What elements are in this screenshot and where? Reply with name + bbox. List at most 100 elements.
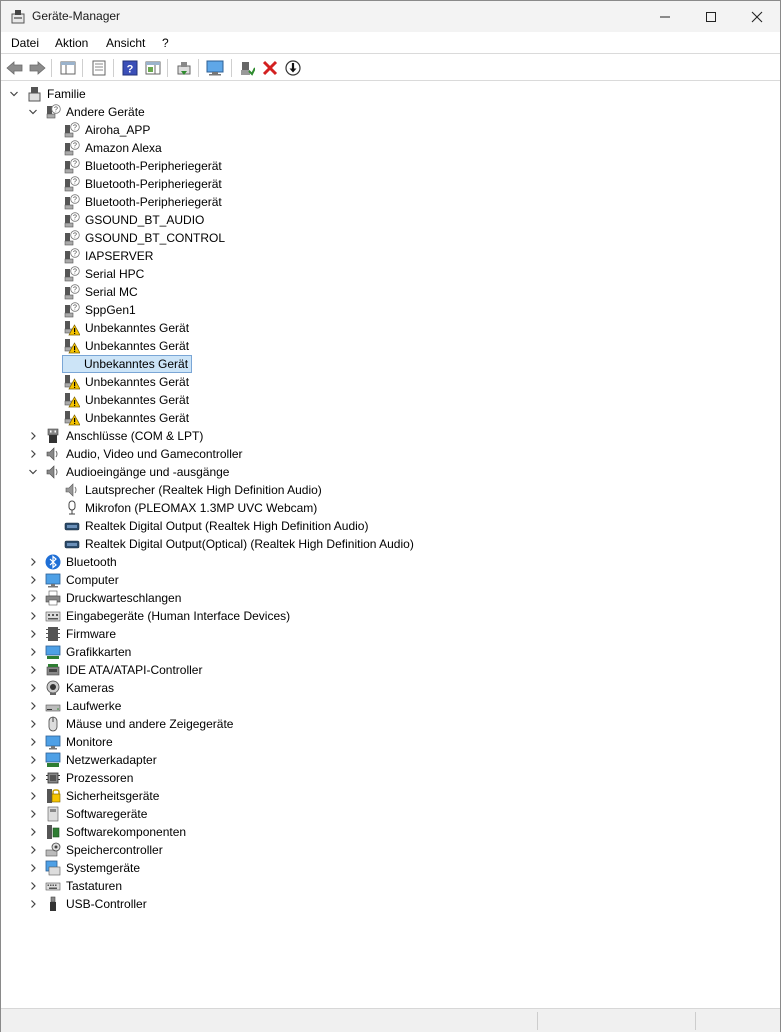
scan-hardware-button[interactable] bbox=[205, 58, 225, 78]
chevron-right-icon[interactable] bbox=[28, 715, 38, 733]
device-label: SppGen1 bbox=[85, 303, 136, 317]
svg-text:?: ? bbox=[73, 304, 77, 311]
device-item[interactable]: Unbekanntes Gerät bbox=[1, 373, 780, 391]
device-item[interactable]: ? Serial MC bbox=[1, 283, 780, 301]
category-audio-io[interactable]: Audioeingänge und -ausgänge bbox=[1, 463, 780, 481]
svg-text:?: ? bbox=[73, 124, 77, 131]
device-item[interactable]: Mikrofon (PLEOMAX 1.3MP UVC Webcam) bbox=[1, 499, 780, 517]
device-item[interactable]: ? Bluetooth-Peripheriegerät bbox=[1, 193, 780, 211]
device-item[interactable]: Unbekanntes Gerät bbox=[1, 409, 780, 427]
speaker-icon bbox=[65, 483, 77, 497]
category-item[interactable]: Druckwarteschlangen bbox=[1, 589, 780, 607]
device-item[interactable]: ? Bluetooth-Peripheriegerät bbox=[1, 175, 780, 193]
chevron-right-icon[interactable] bbox=[28, 823, 38, 841]
tree-root[interactable]: Familie bbox=[1, 85, 780, 103]
back-button[interactable] bbox=[5, 58, 25, 78]
chevron-right-icon[interactable] bbox=[28, 589, 38, 607]
chevron-right-icon[interactable] bbox=[28, 445, 38, 463]
action-pane-button[interactable] bbox=[143, 58, 163, 78]
title-bar[interactable]: Geräte-Manager bbox=[1, 1, 780, 32]
chevron-right-icon[interactable] bbox=[28, 427, 38, 445]
category-andere-geraete[interactable]: ? Andere Geräte bbox=[1, 103, 780, 121]
chevron-right-icon[interactable] bbox=[28, 643, 38, 661]
category-item[interactable]: Kameras bbox=[1, 679, 780, 697]
device-item[interactable]: ? GSOUND_BT_AUDIO bbox=[1, 211, 780, 229]
category-item[interactable]: Sicherheitsgeräte bbox=[1, 787, 780, 805]
category-item[interactable]: Bluetooth bbox=[1, 553, 780, 571]
device-item[interactable]: ? GSOUND_BT_CONTROL bbox=[1, 229, 780, 247]
device-tree[interactable]: Familie ? Andere Geräte? Airoha_APP? Amazon… bbox=[1, 85, 780, 1007]
chevron-right-icon[interactable] bbox=[28, 625, 38, 643]
chevron-right-icon[interactable] bbox=[28, 679, 38, 697]
category-item[interactable]: USB-Controller bbox=[1, 895, 780, 913]
unknown-device-icon: ? bbox=[64, 230, 80, 246]
help-button[interactable]: ? bbox=[120, 58, 140, 78]
category-item[interactable]: Speichercontroller bbox=[1, 841, 780, 859]
device-item[interactable]: ? Serial HPC bbox=[1, 265, 780, 283]
category-item[interactable]: Firmware bbox=[1, 625, 780, 643]
device-item[interactable]: ? SppGen1 bbox=[1, 301, 780, 319]
update-driver-button[interactable] bbox=[174, 58, 194, 78]
minimize-button[interactable] bbox=[642, 1, 688, 32]
device-item[interactable]: Lautsprecher (Realtek High Definition Au… bbox=[1, 481, 780, 499]
maximize-button[interactable] bbox=[688, 1, 734, 32]
chevron-right-icon[interactable] bbox=[28, 607, 38, 625]
device-item[interactable]: Realtek Digital Output (Realtek High Def… bbox=[1, 517, 780, 535]
category-item[interactable]: Tastaturen bbox=[1, 877, 780, 895]
svg-text:?: ? bbox=[73, 196, 77, 203]
category-item[interactable]: Netzwerkadapter bbox=[1, 751, 780, 769]
chevron-right-icon[interactable] bbox=[28, 859, 38, 877]
category-audio-video[interactable]: Audio, Video und Gamecontroller bbox=[1, 445, 780, 463]
chevron-right-icon[interactable] bbox=[28, 787, 38, 805]
category-item[interactable]: IDE ATA/ATAPI-Controller bbox=[1, 661, 780, 679]
menu-help[interactable]: ? bbox=[162, 36, 169, 50]
show-hide-console-tree-button[interactable] bbox=[58, 58, 78, 78]
chevron-down-icon[interactable] bbox=[28, 103, 38, 121]
chevron-right-icon[interactable] bbox=[28, 751, 38, 769]
chevron-right-icon[interactable] bbox=[28, 895, 38, 913]
chevron-down-icon[interactable] bbox=[9, 85, 19, 103]
device-item[interactable]: Realtek Digital Output(Optical) (Realtek… bbox=[1, 535, 780, 553]
chevron-right-icon[interactable] bbox=[28, 841, 38, 859]
uninstall-device-button[interactable] bbox=[260, 58, 280, 78]
category-anschluesse[interactable]: Anschlüsse (COM & LPT) bbox=[1, 427, 780, 445]
category-item[interactable]: Softwarekomponenten bbox=[1, 823, 780, 841]
chevron-right-icon[interactable] bbox=[28, 661, 38, 679]
category-label: Systemgeräte bbox=[66, 861, 141, 875]
chevron-right-icon[interactable] bbox=[28, 769, 38, 787]
close-button[interactable] bbox=[734, 1, 780, 32]
forward-button[interactable] bbox=[27, 58, 47, 78]
category-item[interactable]: Monitore bbox=[1, 733, 780, 751]
category-item[interactable]: Laufwerke bbox=[1, 697, 780, 715]
properties-button[interactable] bbox=[89, 58, 109, 78]
chevron-right-icon[interactable] bbox=[28, 733, 38, 751]
category-item[interactable]: Prozessoren bbox=[1, 769, 780, 787]
menu-datei[interactable]: Datei bbox=[11, 36, 39, 50]
chevron-right-icon[interactable] bbox=[28, 877, 38, 895]
enable-device-button[interactable] bbox=[237, 58, 257, 78]
chevron-right-icon[interactable] bbox=[28, 553, 38, 571]
device-item[interactable]: ? Airoha_APP bbox=[1, 121, 780, 139]
category-item[interactable]: Eingabegeräte (Human Interface Devices) bbox=[1, 607, 780, 625]
device-item[interactable]: Unbekanntes Gerät bbox=[1, 355, 780, 373]
chevron-right-icon[interactable] bbox=[28, 697, 38, 715]
device-item[interactable]: ? Bluetooth-Peripheriegerät bbox=[1, 157, 780, 175]
device-item[interactable]: Unbekanntes Gerät bbox=[1, 337, 780, 355]
disable-device-button[interactable] bbox=[283, 58, 303, 78]
device-label: Unbekanntes Gerät bbox=[85, 411, 190, 425]
device-item[interactable]: ? Amazon Alexa bbox=[1, 139, 780, 157]
category-item[interactable]: Mäuse und andere Zeigegeräte bbox=[1, 715, 780, 733]
chevron-right-icon[interactable] bbox=[28, 805, 38, 823]
category-item[interactable]: Softwaregeräte bbox=[1, 805, 780, 823]
category-item[interactable]: Grafikkarten bbox=[1, 643, 780, 661]
category-label: Druckwarteschlangen bbox=[66, 591, 182, 605]
category-item[interactable]: Systemgeräte bbox=[1, 859, 780, 877]
chevron-down-icon[interactable] bbox=[28, 463, 38, 481]
category-item[interactable]: Computer bbox=[1, 571, 780, 589]
menu-ansicht[interactable]: Ansicht bbox=[106, 36, 145, 50]
device-item[interactable]: Unbekanntes Gerät bbox=[1, 319, 780, 337]
device-item[interactable]: Unbekanntes Gerät bbox=[1, 391, 780, 409]
device-item[interactable]: ? IAPSERVER bbox=[1, 247, 780, 265]
menu-aktion[interactable]: Aktion bbox=[55, 36, 88, 50]
chevron-right-icon[interactable] bbox=[28, 571, 38, 589]
